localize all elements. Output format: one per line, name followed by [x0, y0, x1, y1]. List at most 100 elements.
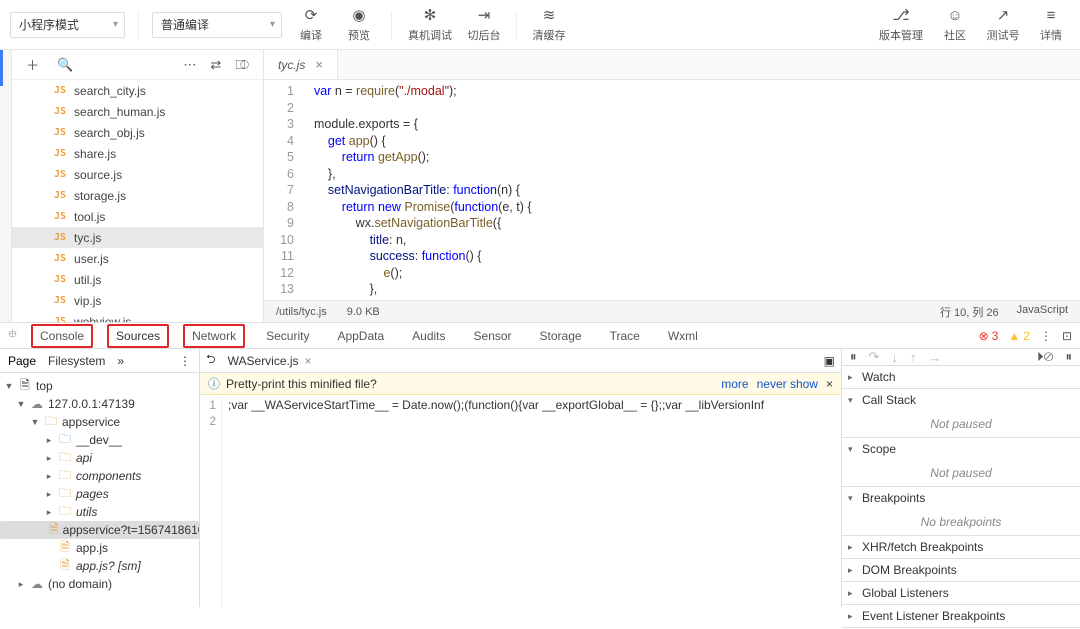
pretty-msg: Pretty-print this minified file? [226, 377, 377, 391]
filesystem-tab[interactable]: Filesystem [48, 354, 105, 368]
devtools-more-icon[interactable]: ⋮ [1040, 329, 1052, 343]
file-row[interactable]: JSwebview.js [12, 311, 263, 322]
more-icon[interactable]: ⋯ [183, 57, 196, 73]
file-row[interactable]: JSvip.js [12, 290, 263, 311]
file-row[interactable]: JSshare.js [12, 143, 263, 164]
tree-appservicet[interactable]: 🗎appservice?t=1567418610 [0, 521, 199, 539]
tree-dev[interactable]: ▸🗀__dev__ [0, 431, 199, 449]
file-row[interactable]: JSstorage.js [12, 185, 263, 206]
compile-button[interactable]: ⟳编译 [292, 7, 330, 43]
tab-console[interactable]: Console [31, 324, 93, 348]
pane-watch[interactable]: ▸Watch [842, 366, 1080, 388]
search-icon[interactable]: 🔍 [57, 57, 73, 73]
show-drawer-icon[interactable]: ⮌ [206, 350, 216, 371]
deactivate-bp-icon[interactable]: ⏵⊘ [1037, 349, 1053, 365]
add-file-icon[interactable]: ＋ [26, 55, 39, 74]
switch-bg-button[interactable]: ⇥切后台 [465, 7, 503, 43]
version-button[interactable]: ⎇版本管理 [876, 7, 926, 43]
editor-tab[interactable]: tyc.js× [264, 50, 338, 79]
step-icon[interactable]: → [928, 350, 941, 365]
tab-network[interactable]: Network [183, 324, 245, 348]
step-into-icon[interactable]: ↓ [891, 350, 898, 365]
clear-cache-button[interactable]: ≋清缓存 [530, 7, 568, 43]
tab-sensor[interactable]: Sensor [467, 326, 519, 346]
step-over-icon[interactable]: ↷ [869, 349, 880, 365]
file-row[interactable]: JStyc.js [12, 227, 263, 248]
more-icon[interactable]: ⋮ [179, 354, 191, 368]
tab-sources[interactable]: Sources [107, 324, 169, 348]
devtools: ⯐ Console Sources Network Security AppDa… [0, 323, 1080, 607]
devtools-close-icon[interactable]: ⊡ [1062, 329, 1072, 343]
pane-dom[interactable]: ▸DOM Breakpoints [842, 559, 1080, 581]
tree-components[interactable]: ▸🗀components [0, 467, 199, 485]
bug-icon: ✻ [424, 7, 437, 24]
file-row[interactable]: JSsearch_obj.js [12, 122, 263, 143]
file-row[interactable]: JSutil.js [12, 269, 263, 290]
pretty-more[interactable]: more [721, 377, 748, 391]
page-tab[interactable]: Page [8, 354, 36, 368]
file-path: /utils/tyc.js [276, 306, 327, 318]
code-area[interactable]: 1234567891011121314 var n = require("./m… [264, 80, 1080, 300]
left-edge[interactable] [0, 50, 12, 322]
pane-global[interactable]: ▸Global Listeners [842, 582, 1080, 604]
file-row[interactable]: JStool.js [12, 206, 263, 227]
tab-appdata[interactable]: AppData [330, 326, 391, 346]
tab-storage[interactable]: Storage [533, 326, 589, 346]
stack-icon: ≋ [543, 7, 556, 24]
pane-event[interactable]: ▸Event Listener Breakpoints [842, 605, 1080, 627]
tree-utils[interactable]: ▸🗀utils [0, 503, 199, 521]
tab-audits[interactable]: Audits [405, 326, 452, 346]
collapse-icon[interactable]: ⇄ [210, 57, 221, 73]
cursor-position: 行 10, 列 26 [940, 304, 999, 320]
refresh-icon: ⟳ [305, 7, 318, 24]
editor-tabs: tyc.js× [264, 50, 1080, 80]
pretty-never[interactable]: never show [757, 377, 818, 391]
step-out-icon[interactable]: ↑ [910, 350, 917, 365]
tree-host[interactable]: ▼☁127.0.0.1:47139 [0, 395, 199, 413]
warning-indicator[interactable]: ▲ 2 [1008, 329, 1030, 343]
js-icon: JS [54, 232, 66, 243]
tree-appjssm[interactable]: 🗎app.js? [sm] [0, 557, 199, 575]
compile-select[interactable]: 普通编译▾ [152, 12, 282, 38]
pane-xhr[interactable]: ▸XHR/fetch Breakpoints [842, 536, 1080, 558]
code-text[interactable]: var n = require("./modal"); module.expor… [304, 83, 1080, 300]
testid-button[interactable]: ↗测试号 [984, 7, 1022, 43]
expand-icon[interactable]: » [117, 354, 124, 368]
close-icon[interactable]: × [305, 354, 312, 368]
tab-trace[interactable]: Trace [603, 326, 647, 346]
tab-wxml[interactable]: Wxml [661, 326, 705, 346]
tree-appservice[interactable]: ▼🗀appservice [0, 413, 199, 431]
file-row[interactable]: JSsearch_city.js [12, 80, 263, 101]
file-row[interactable]: JSsource.js [12, 164, 263, 185]
details-button[interactable]: ≡详情 [1032, 7, 1070, 43]
external-icon: ↗ [997, 7, 1010, 24]
pane-breakpoints[interactable]: ▾Breakpoints [842, 487, 1080, 509]
tree-appjs[interactable]: 🗎app.js [0, 539, 199, 557]
fullscreen-icon[interactable]: ▣ [824, 354, 835, 368]
source-file-tab[interactable]: WAService.js× [222, 354, 318, 368]
file-row[interactable]: JSuser.js [12, 248, 263, 269]
remote-debug-button[interactable]: ✻真机调试 [405, 7, 455, 43]
tree-nodomain[interactable]: ▸☁(no domain) [0, 575, 199, 593]
tree-api[interactable]: ▸🗀api [0, 449, 199, 467]
source-code-area[interactable]: 12 ;var __WAServiceStartTime__ = Date.no… [200, 395, 841, 607]
inspect-icon[interactable]: ⯐ [8, 325, 17, 346]
close-icon[interactable]: × [315, 57, 323, 72]
settings-icon[interactable]: ⎄ [235, 57, 249, 73]
preview-button[interactable]: ◉预览 [340, 7, 378, 43]
mode-select[interactable]: 小程序模式▾ [10, 12, 125, 38]
tree-top[interactable]: ▼🗎top [0, 377, 199, 395]
js-icon: JS [54, 85, 66, 96]
close-icon[interactable]: × [826, 377, 833, 391]
tab-security[interactable]: Security [259, 326, 316, 346]
pause-exception-icon[interactable]: ⏸ [1066, 349, 1073, 365]
pane-callstack[interactable]: ▾Call Stack [842, 389, 1080, 411]
file-row[interactable]: JSsearch_human.js [12, 101, 263, 122]
switch-icon: ⇥ [478, 7, 491, 24]
pane-scope[interactable]: ▾Scope [842, 438, 1080, 460]
tree-pages[interactable]: ▸🗀pages [0, 485, 199, 503]
caret-down-icon: ▾ [113, 19, 118, 30]
pause-icon[interactable]: ⏸ [850, 349, 857, 365]
community-button[interactable]: ☺社区 [936, 7, 974, 43]
error-indicator[interactable]: ⊗ 3 [979, 329, 999, 343]
